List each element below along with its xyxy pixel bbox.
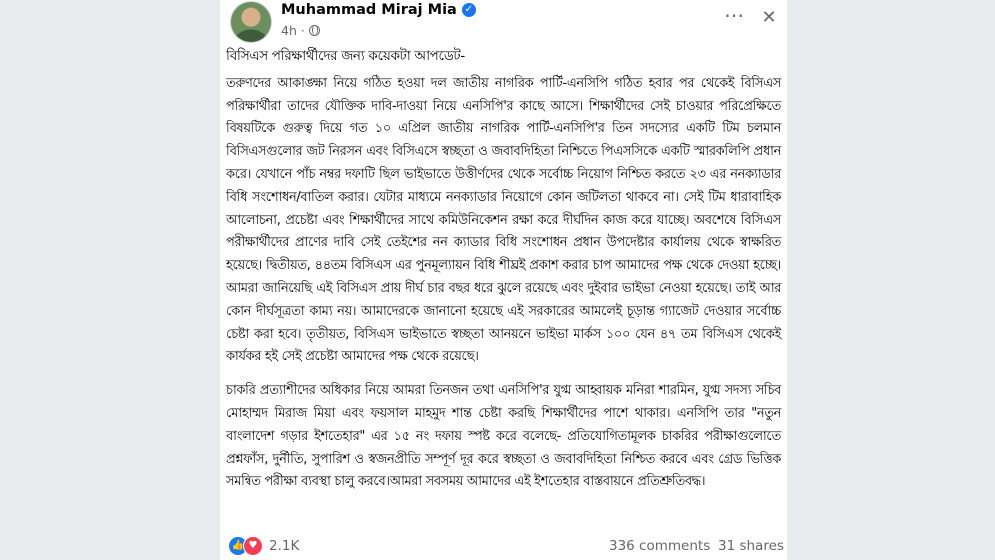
close-button[interactable]: ✕ — [757, 6, 781, 30]
post-body: বিসিএস পরিক্ষার্থীদের জন্য কয়েকটা আপডেট… — [226, 46, 781, 494]
post-footer: 👍 ♥ 2.1K 336 comments 31 shares — [220, 532, 787, 560]
comments-count-link[interactable]: 336 comments — [609, 538, 710, 554]
author-name-row: Muhammad Miraj Mia ✓ — [281, 2, 476, 18]
verified-badge-icon: ✓ — [461, 3, 476, 17]
post-meta: 4h · — [281, 23, 320, 38]
background-left-panel — [0, 0, 220, 560]
love-icon: ♥ — [243, 536, 263, 556]
reaction-count: 2.1K — [269, 538, 300, 554]
reactions-summary[interactable]: 👍 ♥ 2.1K — [228, 536, 299, 556]
more-options-button[interactable]: ⋯ — [720, 3, 748, 30]
post-header: Muhammad Miraj Mia ✓ 4h · ⋯ ✕ — [220, 0, 787, 44]
more-horizontal-icon: ⋯ — [724, 3, 744, 27]
close-icon: ✕ — [761, 7, 777, 28]
author-avatar[interactable] — [230, 1, 272, 43]
globe-icon — [308, 25, 320, 36]
post-paragraph-1: তরুণদের আকাঙ্ক্ষা নিয়ে গঠিত হওয়া দল জা… — [226, 75, 782, 365]
post-title: বিসিএস পরিক্ষার্থীদের জন্য কয়েকটা আপডেট… — [226, 49, 465, 64]
post-paragraph-2: চাকরি প্রত্যাশীদের অধিকার নিয়ে আমরা তিন… — [226, 383, 781, 490]
shares-count-link[interactable]: 31 shares — [718, 538, 784, 554]
post-time[interactable]: 4h — [281, 23, 297, 38]
meta-separator: · — [300, 23, 305, 38]
author-name[interactable]: Muhammad Miraj Mia — [281, 2, 457, 18]
facebook-post-card: Muhammad Miraj Mia ✓ 4h · ⋯ ✕ বিসিএস পরি… — [220, 0, 787, 560]
background-right-panel — [787, 0, 995, 560]
